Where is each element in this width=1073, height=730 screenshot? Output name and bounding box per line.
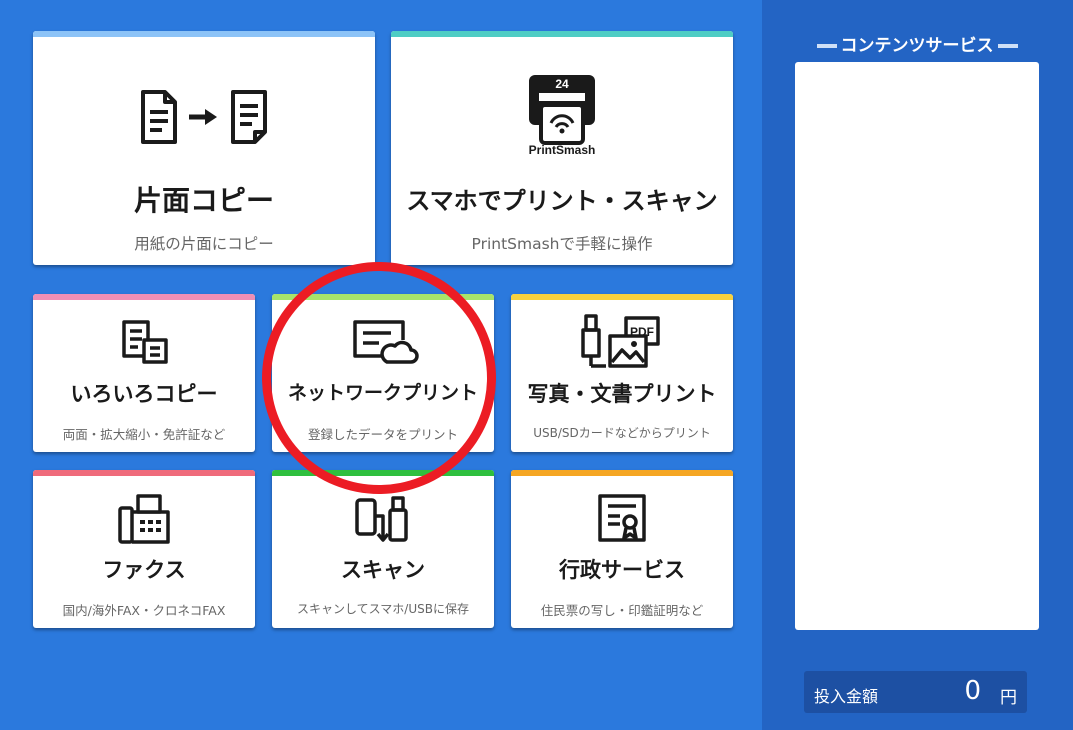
inserted-amount-value: 0 bbox=[964, 676, 981, 706]
document-to-document-icon bbox=[141, 90, 267, 144]
tile-title: ファクス bbox=[102, 558, 186, 582]
tile-subtitle: 国内/海外FAX・クロネコFAX bbox=[62, 603, 226, 618]
tile-subtitle: 両面・拡大縮小・免許証など bbox=[62, 427, 226, 442]
tile-title: スマホでプリント・スキャン bbox=[406, 187, 718, 215]
tile-title: 片面コピー bbox=[133, 184, 274, 217]
fax-tile[interactable]: ファクス 国内/海外FAX・クロネコFAX bbox=[33, 470, 255, 628]
tile-subtitle: 登録したデータをプリント bbox=[307, 427, 458, 442]
multi-copy-icon bbox=[122, 320, 168, 364]
printsmash-label: PrintSmash bbox=[529, 143, 596, 157]
content-services-heading: コンテンツサービス bbox=[795, 31, 1039, 56]
tile-subtitle: 住民票の写し・印鑑証明など bbox=[540, 603, 704, 618]
tile-title: 行政サービス bbox=[559, 558, 685, 582]
scan-to-device-icon bbox=[355, 496, 408, 542]
content-services-title: コンテンツサービス bbox=[840, 36, 994, 56]
various-copy-tile[interactable]: いろいろコピー 両面・拡大縮小・免許証など bbox=[33, 294, 255, 452]
printsmash-badge: 24 bbox=[555, 77, 569, 91]
smartphone-print-tile[interactable]: PrintSmash 24 スマホでプリント・スキャン PrintSmashで手… bbox=[391, 31, 733, 265]
tile-color-bar bbox=[511, 470, 733, 476]
scan-tile[interactable]: スキャン スキャンしてスマホ/USBに保存 bbox=[272, 470, 494, 628]
tile-title: 写真・文書プリント bbox=[527, 382, 717, 406]
printsmash-icon: PrintSmash 24 bbox=[529, 75, 596, 157]
pdf-label: PDF bbox=[630, 325, 654, 339]
tile-color-bar bbox=[272, 470, 494, 476]
network-print-tile[interactable]: ネットワークプリント 登録したデータをプリント bbox=[272, 294, 494, 452]
tile-title: スキャン bbox=[341, 558, 425, 582]
certificate-icon bbox=[598, 494, 646, 542]
tile-color-bar bbox=[33, 31, 375, 37]
photo-print-tile[interactable]: PDF 写真・文書プリント USB/SDカードなどからプリント bbox=[511, 294, 733, 452]
content-services-panel[interactable] bbox=[795, 62, 1039, 630]
tile-title: ネットワークプリント bbox=[287, 382, 478, 404]
fax-icon bbox=[118, 494, 170, 544]
tile-color-bar bbox=[272, 294, 494, 300]
tile-subtitle: PrintSmashで手軽に操作 bbox=[471, 235, 653, 253]
heading-dash-left bbox=[816, 44, 837, 48]
heading-dash-right bbox=[997, 44, 1018, 48]
usb-pdf-photo-icon: PDF bbox=[581, 314, 660, 368]
tile-subtitle: スキャンしてスマホ/USBに保存 bbox=[297, 602, 469, 616]
government-services-tile[interactable]: 行政サービス 住民票の写し・印鑑証明など bbox=[511, 470, 733, 628]
cloud-document-icon bbox=[353, 320, 419, 364]
tile-subtitle: 用紙の片面にコピー bbox=[134, 235, 274, 253]
inserted-amount-label: 投入金額 bbox=[814, 687, 879, 706]
inserted-amount-display: 投入金額 0 円 bbox=[804, 671, 1027, 713]
tile-subtitle: USB/SDカードなどからプリント bbox=[533, 426, 711, 440]
currency-unit: 円 bbox=[1000, 688, 1017, 708]
tile-color-bar bbox=[33, 470, 255, 476]
tile-color-bar bbox=[391, 31, 733, 37]
tile-title: いろいろコピー bbox=[70, 382, 218, 406]
single-copy-tile[interactable]: 片面コピー 用紙の片面にコピー bbox=[33, 31, 375, 265]
tile-color-bar bbox=[33, 294, 255, 300]
tile-color-bar bbox=[511, 294, 733, 300]
